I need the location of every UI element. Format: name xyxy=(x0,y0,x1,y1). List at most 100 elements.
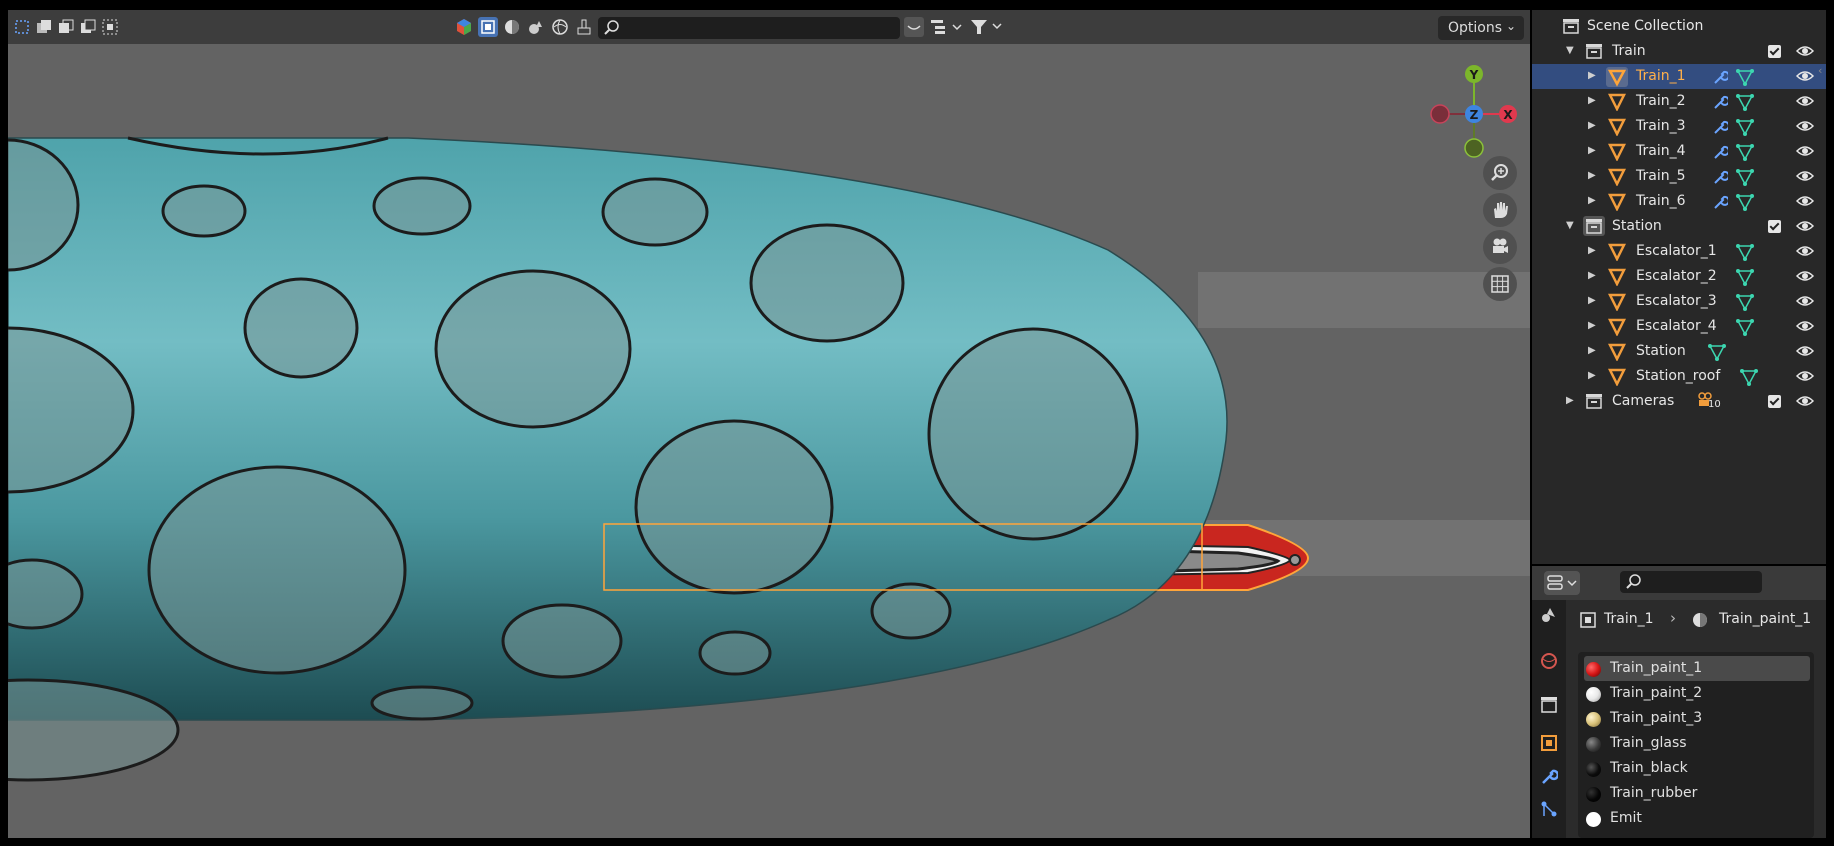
collapse-arrow-icon[interactable]: ‹ xyxy=(1818,64,1822,77)
eye-icon[interactable] xyxy=(1796,44,1814,58)
material-slot[interactable]: Train_black xyxy=(1578,756,1814,781)
hand-pan-icon[interactable] xyxy=(1483,193,1517,227)
mesh-data-icon[interactable] xyxy=(1736,93,1754,111)
wrench-modifier-icon[interactable] xyxy=(1712,94,1728,110)
wrench-modifier-icon[interactable] xyxy=(1712,194,1728,210)
eye-icon[interactable] xyxy=(1796,94,1814,108)
outliner-collection-train[interactable]: ▼ Train xyxy=(1532,39,1826,64)
zoom-icon[interactable] xyxy=(1483,156,1517,190)
outliner-collection-cameras[interactable]: ▶ Cameras 10 xyxy=(1532,389,1826,414)
filter-icon[interactable] xyxy=(970,17,1004,37)
expand-triangle-icon[interactable]: ▶ xyxy=(1588,345,1596,356)
material-shading-icon[interactable] xyxy=(526,17,546,37)
outliner-object-row[interactable]: ▶ Escalator_2 xyxy=(1532,264,1826,289)
material-slot[interactable]: Emit xyxy=(1578,806,1814,831)
outliner-object-row[interactable]: ▶ Train_5 xyxy=(1532,164,1826,189)
outliner-panel[interactable]: Scene Collection ▼ Train ▶ Train_1 ▶ Tra… xyxy=(1532,10,1826,564)
eye-icon[interactable] xyxy=(1796,69,1814,83)
expand-triangle-icon[interactable]: ▶ xyxy=(1588,170,1596,181)
expand-triangle-icon[interactable]: ▶ xyxy=(1588,320,1596,331)
outliner-object-row[interactable]: ▶ Escalator_1 xyxy=(1532,239,1826,264)
overlay-toggle-icon[interactable] xyxy=(904,17,924,37)
material-slot[interactable]: Train_paint_2 xyxy=(1578,681,1814,706)
eye-icon[interactable] xyxy=(1796,119,1814,133)
tab-object[interactable] xyxy=(1540,734,1558,752)
properties-search-input[interactable] xyxy=(1620,571,1762,593)
select-box-icon[interactable] xyxy=(12,17,32,37)
select-new-icon[interactable] xyxy=(34,17,54,37)
search-input[interactable] xyxy=(598,17,900,39)
tab-render[interactable] xyxy=(1540,606,1558,624)
outliner-object-row[interactable]: ▶ Train_4 xyxy=(1532,139,1826,164)
eye-icon[interactable] xyxy=(1796,194,1814,208)
select-intersect-icon[interactable] xyxy=(100,17,120,37)
exclude-checkbox[interactable] xyxy=(1768,45,1781,58)
solid-shading-icon[interactable] xyxy=(502,17,522,37)
material-slot-list[interactable]: Train_paint_1 Train_paint_2 Train_paint_… xyxy=(1578,652,1814,838)
properties-panel[interactable]: Train_1 › Train_paint_1 Train_paint_1 Tr… xyxy=(1532,566,1826,838)
mesh-data-icon[interactable] xyxy=(1736,68,1754,86)
mesh-data-icon[interactable] xyxy=(1736,118,1754,136)
eye-icon[interactable] xyxy=(1796,394,1814,408)
expand-triangle-icon[interactable]: ▼ xyxy=(1566,45,1574,56)
mesh-data-icon[interactable] xyxy=(1736,318,1754,336)
wrench-modifier-icon[interactable] xyxy=(1712,69,1728,85)
outliner-object-row[interactable]: ▶ Station_roof xyxy=(1532,364,1826,389)
mesh-data-icon[interactable] xyxy=(1736,168,1754,186)
expand-triangle-icon[interactable]: ▶ xyxy=(1588,370,1596,381)
material-slot[interactable]: Train_paint_3 xyxy=(1578,706,1814,731)
mesh-data-icon[interactable] xyxy=(1708,343,1726,361)
eye-icon[interactable] xyxy=(1796,344,1814,358)
wireframe-icon[interactable] xyxy=(478,17,498,37)
mesh-data-icon[interactable] xyxy=(1736,293,1754,311)
select-subtract-icon[interactable] xyxy=(78,17,98,37)
grid-view-icon[interactable] xyxy=(1483,267,1517,301)
navigation-gizmo[interactable]: Y X Z xyxy=(1416,54,1526,166)
tab-modifier-wrench[interactable] xyxy=(1540,768,1558,786)
outliner-object-row[interactable]: ▶ Train_1 xyxy=(1532,64,1826,89)
rendered-shading-icon[interactable] xyxy=(550,17,570,37)
material-slot[interactable]: Train_rubber xyxy=(1578,781,1814,806)
camera-icon[interactable] xyxy=(1483,230,1517,264)
eye-icon[interactable] xyxy=(1796,294,1814,308)
eye-icon[interactable] xyxy=(1796,244,1814,258)
eye-icon[interactable] xyxy=(1796,369,1814,383)
mesh-data-icon[interactable] xyxy=(1736,193,1754,211)
expand-triangle-icon[interactable]: ▼ xyxy=(1566,220,1574,231)
wrench-modifier-icon[interactable] xyxy=(1712,169,1728,185)
outliner-object-row[interactable]: ▶ Station xyxy=(1532,339,1826,364)
mesh-data-icon[interactable] xyxy=(1740,368,1758,386)
wrench-modifier-icon[interactable] xyxy=(1712,144,1728,160)
outliner-object-row[interactable]: ▶ Train_3 xyxy=(1532,114,1826,139)
material-slot[interactable]: Train_paint_1 xyxy=(1584,656,1810,681)
outliner-scene-collection[interactable]: Scene Collection xyxy=(1532,14,1826,39)
material-slot[interactable]: Train_glass xyxy=(1578,731,1814,756)
expand-triangle-icon[interactable]: ▶ xyxy=(1588,120,1596,131)
outliner-collection-station[interactable]: ▼ Station xyxy=(1532,214,1826,239)
wrench-modifier-icon[interactable] xyxy=(1712,119,1728,135)
eye-icon[interactable] xyxy=(1796,219,1814,233)
outliner-object-row[interactable]: ▶ Escalator_4 xyxy=(1532,314,1826,339)
neg-y-axis-handle[interactable] xyxy=(1464,138,1484,158)
expand-triangle-icon[interactable]: ▶ xyxy=(1588,145,1596,156)
display-mode-dropdown[interactable] xyxy=(930,17,964,37)
3d-viewport[interactable]: Options ⌄ Y X Z xyxy=(8,10,1530,838)
expand-triangle-icon[interactable]: ▶ xyxy=(1588,95,1596,106)
editor-type-dropdown[interactable] xyxy=(1544,571,1580,595)
options-dropdown[interactable]: Options ⌄ xyxy=(1438,16,1524,40)
neg-x-axis-handle[interactable] xyxy=(1430,104,1450,124)
mesh-data-icon[interactable] xyxy=(1736,143,1754,161)
tab-particles[interactable] xyxy=(1540,800,1558,818)
exclude-checkbox[interactable] xyxy=(1768,395,1781,408)
outliner-object-row[interactable]: ▶ Train_2 xyxy=(1532,89,1826,114)
eye-icon[interactable] xyxy=(1796,144,1814,158)
exclude-checkbox[interactable] xyxy=(1768,220,1781,233)
expand-triangle-icon[interactable]: ▶ xyxy=(1588,270,1596,281)
expand-triangle-icon[interactable]: ▶ xyxy=(1566,395,1574,406)
view-object-types-icon[interactable] xyxy=(454,17,474,37)
eye-icon[interactable] xyxy=(1796,269,1814,283)
expand-triangle-icon[interactable]: ▶ xyxy=(1588,295,1596,306)
expand-triangle-icon[interactable]: ▶ xyxy=(1588,70,1596,81)
outliner-object-row[interactable]: ▶ Train_6 xyxy=(1532,189,1826,214)
eye-icon[interactable] xyxy=(1796,169,1814,183)
